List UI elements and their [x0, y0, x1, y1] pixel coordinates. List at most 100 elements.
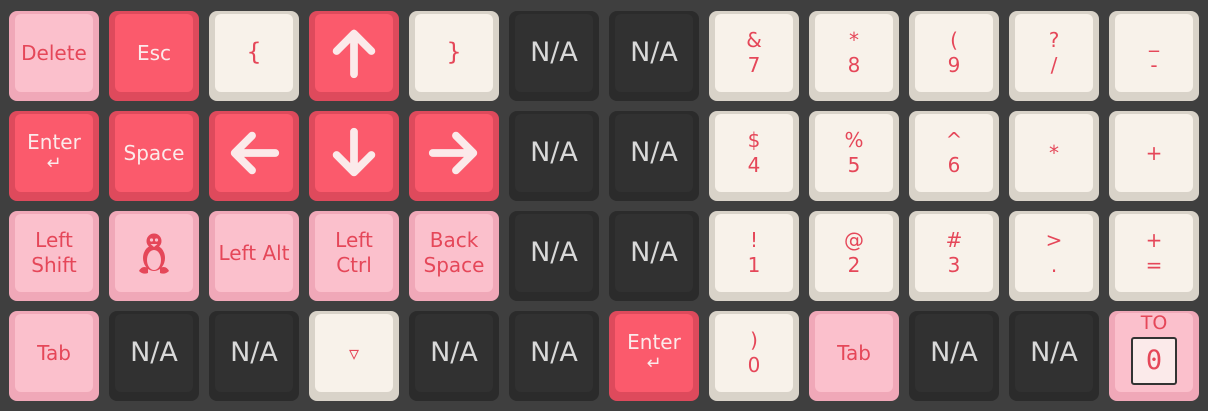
key-base-legend: /	[1050, 53, 1058, 77]
key-label: N/A	[530, 36, 578, 68]
key-na[interactable]: N/A	[609, 111, 699, 201]
key-label-line1: Back	[429, 228, 479, 252]
key-label: N/A	[1030, 336, 1078, 368]
key-label-line2: Space	[423, 253, 485, 277]
key-esc[interactable]: Esc	[109, 11, 199, 101]
key-base-legend: 1	[747, 253, 761, 277]
key-base-legend: 8	[847, 53, 861, 77]
key-label: N/A	[430, 336, 478, 368]
key-slash[interactable]: ? /	[1009, 11, 1099, 101]
key-asterisk[interactable]: *	[1009, 111, 1099, 201]
key-tab[interactable]: Tab	[809, 311, 899, 401]
key-base-legend: 7	[747, 53, 761, 77]
key-na[interactable]: N/A	[509, 211, 599, 301]
key-na[interactable]: N/A	[609, 211, 699, 301]
key-na[interactable]: N/A	[909, 311, 999, 401]
key-4[interactable]: $ 4	[709, 111, 799, 201]
key-base-legend: 0	[747, 353, 761, 377]
key-6[interactable]: ^ 6	[909, 111, 999, 201]
key-3[interactable]: # 3	[909, 211, 999, 301]
key-shift-legend: %	[844, 128, 864, 152]
key-8[interactable]: * 8	[809, 11, 899, 101]
keymap-board: Delete Esc { } N/A N/A & 7 * 8 (9 ? / _…	[0, 0, 1208, 411]
key-shift-legend: +	[1145, 228, 1163, 252]
key-base-legend: .	[1050, 253, 1058, 277]
arrow-down-icon	[332, 127, 376, 177]
enter-return-icon: ↵	[46, 153, 62, 175]
key-na[interactable]: N/A	[509, 111, 599, 201]
key-na[interactable]: N/A	[1009, 311, 1099, 401]
key-arrow-left[interactable]	[209, 111, 299, 201]
key-label: +	[1145, 140, 1163, 165]
key-5[interactable]: % 5	[809, 111, 899, 201]
key-label: Space	[123, 140, 185, 165]
key-arrow-right[interactable]	[409, 111, 499, 201]
key-label: Enter	[627, 330, 681, 355]
key-enter[interactable]: Enter ↵	[609, 311, 699, 401]
key-2[interactable]: @ 2	[809, 211, 899, 301]
key-na[interactable]: N/A	[509, 11, 599, 101]
key-enter[interactable]: Enter ↵	[9, 111, 99, 201]
key-na[interactable]: N/A	[509, 311, 599, 401]
key-1[interactable]: ! 1	[709, 211, 799, 301]
key-9[interactable]: ( 9	[909, 11, 999, 101]
key-shift-legend: $	[747, 128, 761, 152]
key-transparent[interactable]: ▿	[309, 311, 399, 401]
linux-tux-icon	[139, 233, 169, 274]
key-tab[interactable]: Tab	[9, 311, 99, 401]
key-super-linux[interactable]	[109, 211, 199, 301]
key-label: *	[1049, 140, 1059, 165]
key-left-ctrl[interactable]: Left Ctrl	[309, 211, 399, 301]
key-label: N/A	[530, 336, 578, 368]
key-7[interactable]: & 7	[709, 11, 799, 101]
key-minus[interactable]: _ -	[1109, 11, 1199, 101]
key-label-line2: Shift	[31, 253, 77, 277]
key-shift-legend: @	[844, 228, 864, 252]
key-left-shift[interactable]: Left Shift	[9, 211, 99, 301]
key-0[interactable]: ) 0	[709, 311, 799, 401]
key-label: {	[246, 38, 262, 67]
key-na[interactable]: N/A	[209, 311, 299, 401]
key-left-brace[interactable]: {	[209, 11, 299, 101]
key-base-legend: 5	[847, 153, 861, 177]
key-plus[interactable]: +	[1109, 111, 1199, 201]
key-shift-legend: ^	[945, 128, 963, 152]
key-label: Left Alt	[218, 240, 290, 265]
key-base-legend: -	[1150, 53, 1158, 77]
key-delete[interactable]: Delete	[9, 11, 99, 101]
key-na[interactable]: N/A	[409, 311, 499, 401]
layer-switch-label: TO	[1140, 311, 1168, 334]
key-label: N/A	[130, 336, 178, 368]
key-label: Esc	[136, 40, 172, 65]
key-shift-legend: *	[849, 28, 859, 52]
key-period[interactable]: > .	[1009, 211, 1099, 301]
key-arrow-up[interactable]	[309, 11, 399, 101]
key-arrow-down[interactable]	[309, 111, 399, 201]
key-equals[interactable]: + =	[1109, 211, 1199, 301]
key-shift-legend: &	[746, 28, 762, 52]
key-base-legend: 4	[747, 153, 761, 177]
key-label-line1: Left	[335, 228, 373, 252]
enter-return-icon: ↵	[646, 353, 662, 375]
arrow-up-icon	[332, 29, 376, 79]
key-shift-legend: ?	[1048, 28, 1060, 52]
key-label: Delete	[21, 40, 87, 65]
key-label: Tab	[837, 340, 871, 365]
key-shift-legend: (	[950, 28, 958, 52]
key-na[interactable]: N/A	[609, 11, 699, 101]
key-base-legend: =	[1145, 253, 1163, 277]
key-space[interactable]: Space	[109, 111, 199, 201]
key-label: Enter	[27, 130, 81, 155]
key-shift-legend: !	[749, 228, 759, 252]
key-label: N/A	[530, 136, 578, 168]
key-left-alt[interactable]: Left Alt	[209, 211, 299, 301]
key-label: }	[446, 38, 462, 67]
key-backspace[interactable]: Back Space	[409, 211, 499, 301]
key-to-layer-0[interactable]: TO 0	[1109, 311, 1199, 401]
key-right-brace[interactable]: }	[409, 11, 499, 101]
key-label: N/A	[630, 136, 678, 168]
arrow-left-icon	[230, 131, 280, 175]
key-base-legend: 9	[947, 53, 961, 77]
key-na[interactable]: N/A	[109, 311, 199, 401]
arrow-right-icon	[428, 131, 478, 175]
